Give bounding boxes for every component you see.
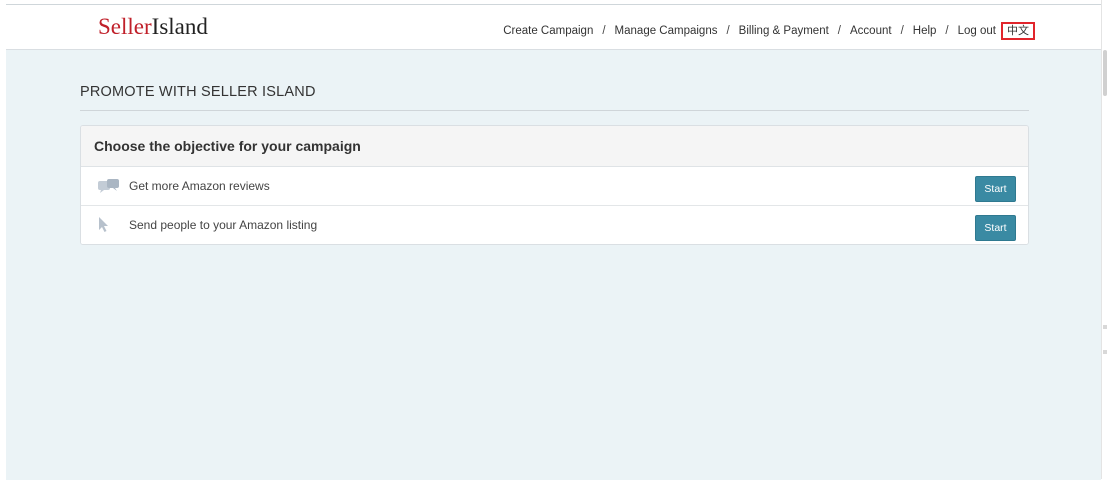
panel-title: Choose the objective for your campaign [81, 126, 1028, 167]
chat-bubbles-icon [98, 179, 124, 193]
scrollbar-thumb[interactable] [1103, 50, 1107, 96]
nav-help-link[interactable]: Help [913, 24, 937, 38]
brand-seller-text: Seller [98, 14, 152, 39]
objective-panel: Choose the objective for your campaign G… [80, 125, 1029, 245]
brand-logo[interactable]: SellerIsland [98, 14, 208, 40]
scrollbar-marker [1103, 325, 1107, 329]
scrollbar-marker [1103, 350, 1107, 354]
cursor-arrow-icon [98, 217, 124, 233]
language-switch-link[interactable]: 中文 [1001, 22, 1035, 40]
option-label: Send people to your Amazon listing [129, 218, 318, 232]
brand-island-text: Island [151, 14, 208, 39]
vertical-scrollbar[interactable] [1101, 0, 1108, 479]
nav-separator: / [900, 25, 904, 37]
page-title: PROMOTE WITH SELLER ISLAND [80, 84, 316, 100]
start-reviews-button[interactable]: Start [975, 176, 1016, 202]
objective-option-traffic: Send people to your Amazon listing Start [81, 206, 1028, 244]
nav-account-link[interactable]: Account [850, 24, 892, 38]
nav-links: Create Campaign / Manage Campaigns / Bil… [503, 22, 1035, 40]
start-traffic-button[interactable]: Start [975, 215, 1016, 241]
option-label: Get more Amazon reviews [129, 179, 270, 193]
nav-logout-link[interactable]: Log out [958, 24, 996, 38]
objective-option-reviews: Get more Amazon reviews Start [81, 167, 1028, 206]
top-navbar: SellerIsland Create Campaign / Manage Ca… [6, 5, 1101, 50]
nav-separator: / [945, 25, 949, 37]
nav-separator: / [837, 25, 841, 37]
heading-divider [80, 110, 1029, 111]
nav-create-campaign-link[interactable]: Create Campaign [503, 24, 593, 38]
page-body: SellerIsland Create Campaign / Manage Ca… [6, 4, 1101, 480]
nav-separator: / [726, 25, 730, 37]
nav-billing-payment-link[interactable]: Billing & Payment [739, 24, 829, 38]
nav-manage-campaigns-link[interactable]: Manage Campaigns [615, 24, 718, 38]
nav-separator: / [602, 25, 606, 37]
